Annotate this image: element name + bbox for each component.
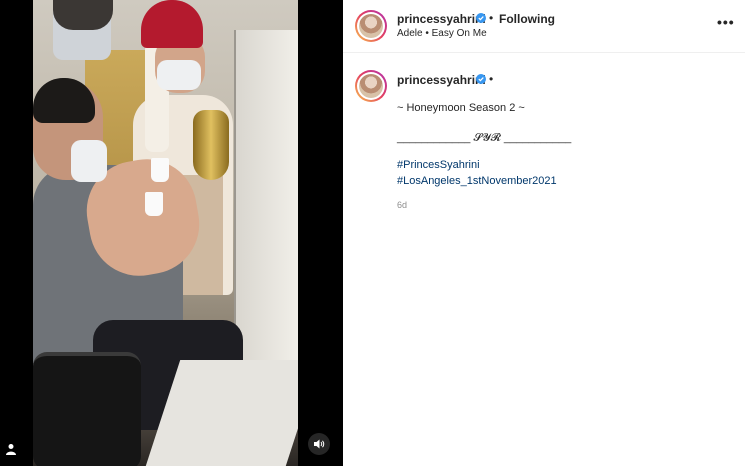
separator: • (489, 11, 494, 25)
avatar[interactable] (355, 10, 387, 42)
post-media[interactable] (0, 0, 343, 466)
caption-line: ____________ 𝓢𝓨𝓡 ___________ (397, 132, 572, 144)
verified-badge-icon (476, 74, 486, 84)
post-photo[interactable] (33, 0, 298, 466)
post-sidebar: princessyahrini • Following Adele • Easy… (343, 0, 745, 466)
tagged-user-button[interactable] (2, 440, 20, 458)
caption-avatar[interactable] (355, 70, 387, 102)
mute-button[interactable] (308, 433, 330, 455)
caption-username-link[interactable]: princessyahrini (397, 73, 486, 87)
following-button[interactable]: Following (499, 12, 555, 26)
speaker-icon (314, 439, 325, 449)
verified-badge-icon (476, 13, 486, 23)
caption-line: ~ Honeymoon Season 2 ~ (397, 102, 525, 114)
hashtag-link[interactable]: #PrincesSyahrini (397, 159, 480, 171)
user-icon (6, 444, 16, 455)
more-options-button[interactable]: ••• (717, 14, 735, 30)
separator: • (489, 72, 494, 86)
post-timestamp[interactable]: 6d (397, 200, 407, 210)
post-header: princessyahrini • Following Adele • Easy… (343, 0, 745, 53)
audio-track-link[interactable]: Adele • Easy On Me (397, 28, 487, 39)
hashtag-link[interactable]: #LosAngeles_1stNovember2021 (397, 175, 557, 187)
username-link[interactable]: princessyahrini (397, 12, 486, 26)
